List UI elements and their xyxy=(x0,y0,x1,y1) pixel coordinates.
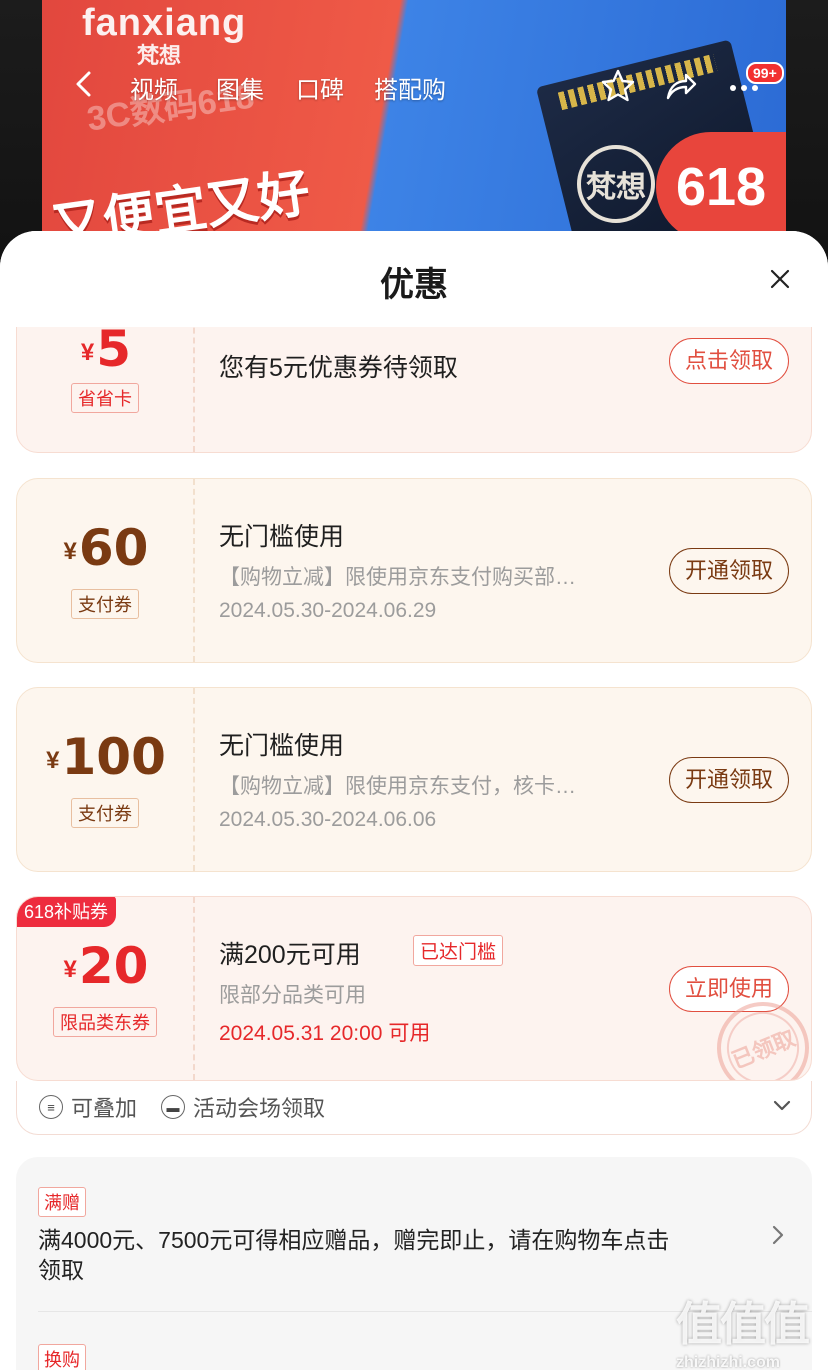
coupon-amount: ¥20 xyxy=(63,937,149,995)
stackable-info: ≡ 可叠加 xyxy=(39,1091,137,1123)
chevron-right-icon[interactable] xyxy=(770,1225,786,1245)
threshold-reached-tag: 已达门槛 xyxy=(413,935,504,966)
coupon-list[interactable]: ¥5 省省卡 您有5元优惠券待领取 点击领取 ¥60 支付券 无门槛使用 【购物… xyxy=(0,297,828,1370)
star-favorite-icon[interactable] xyxy=(600,68,636,104)
watermark-url: zhizhizhi.com xyxy=(676,1354,780,1370)
exchange-tag: 换购 xyxy=(38,1344,86,1370)
sheet-title: 优惠 xyxy=(380,266,448,304)
share-icon[interactable] xyxy=(662,68,698,104)
coupon-type-tag: 支付券 xyxy=(71,798,139,828)
back-arrow-icon[interactable] xyxy=(70,70,98,98)
coupon-value-section: ¥60 支付券 xyxy=(17,479,195,662)
discount-sheet: 优惠 ¥5 省省卡 您有5元优惠券待领取 点击领取 ¥60 支付券 无门槛使用 … xyxy=(0,231,828,1370)
gift-tag: 满赠 xyxy=(38,1187,86,1217)
coupon-type-tag: 省省卡 xyxy=(71,383,139,413)
stack-icon: ≡ xyxy=(39,1095,63,1119)
claim-coupon-button[interactable]: 点击领取 xyxy=(668,338,789,384)
site-watermark: 值值值 zhizhizhi.com xyxy=(676,1288,824,1370)
coupon-title: 您有5元优惠券待领取 xyxy=(219,354,458,382)
coupon-validity: 2024.05.30-2024.06.06 xyxy=(219,808,437,831)
coupon-description: 【购物立减】限使用京东支付，核卡… xyxy=(219,775,576,798)
coupon-type-tag: 支付券 xyxy=(71,589,139,619)
chevron-down-icon[interactable] xyxy=(773,1099,791,1113)
top-navigation: 视频 图集 口碑 搭配购 99+ xyxy=(0,58,828,114)
gift-description: 满4000元、7500元可得相应赠品，赠完即止，请在购物车点击领取 xyxy=(38,1227,670,1283)
coupon-amount: ¥100 xyxy=(46,728,166,786)
coupon-amount: ¥5 xyxy=(80,320,132,378)
coupon-description: 【购物立减】限使用京东支付购买部… xyxy=(219,566,576,589)
tab-bundle[interactable]: 搭配购 xyxy=(374,70,446,105)
tab-video[interactable]: 视频 xyxy=(130,70,178,105)
coupon-card: ¥20 限品类东券 618补贴券 满200元可用 已达门槛 限部分品类可用 20… xyxy=(16,896,812,1081)
coupon-title: 满200元可用 xyxy=(219,941,361,969)
tab-reviews[interactable]: 口碑 xyxy=(296,70,344,105)
subsidy-corner-tag: 618补贴券 xyxy=(17,897,117,927)
brand-seal: 梵想 xyxy=(577,145,655,223)
stackable-label: 可叠加 xyxy=(71,1096,138,1121)
coupon-validity: 2024.05.30-2024.06.29 xyxy=(219,599,437,622)
coupon-card: ¥60 支付券 无门槛使用 【购物立减】限使用京东支付购买部… 2024.05.… xyxy=(16,478,812,663)
message-count-badge: 99+ xyxy=(746,62,784,84)
venue-label: 活动会场领取 xyxy=(193,1096,326,1121)
coupon-title: 无门槛使用 xyxy=(219,523,345,551)
coupon-value-section: ¥100 支付券 xyxy=(17,688,195,871)
coupon-title: 无门槛使用 xyxy=(219,732,345,760)
tab-gallery[interactable]: 图集 xyxy=(216,70,264,105)
ticket-icon: ▬ xyxy=(161,1095,185,1119)
coupon-type-tag: 限品类东券 xyxy=(53,1007,157,1037)
coupon-description: 限部分品类可用 xyxy=(219,984,366,1007)
sheet-header: 优惠 xyxy=(0,231,828,327)
activate-claim-button[interactable]: 开通领取 xyxy=(668,548,789,594)
coupon-info-bar[interactable]: ≡ 可叠加 ▬ 活动会场领取 xyxy=(16,1081,812,1135)
watermark-logo: 值值值 xyxy=(676,1298,810,1350)
coupon-validity: 2024.05.31 20:00 可用 xyxy=(219,1022,431,1045)
activate-claim-button[interactable]: 开通领取 xyxy=(668,757,789,803)
coupon-amount: ¥60 xyxy=(63,519,149,577)
coupon-card: ¥100 支付券 无门槛使用 【购物立减】限使用京东支付，核卡… 2024.05… xyxy=(16,687,812,872)
close-icon[interactable] xyxy=(768,267,792,291)
promo-618-badge: 618 xyxy=(656,132,786,242)
venue-info: ▬ 活动会场领取 xyxy=(161,1091,325,1123)
